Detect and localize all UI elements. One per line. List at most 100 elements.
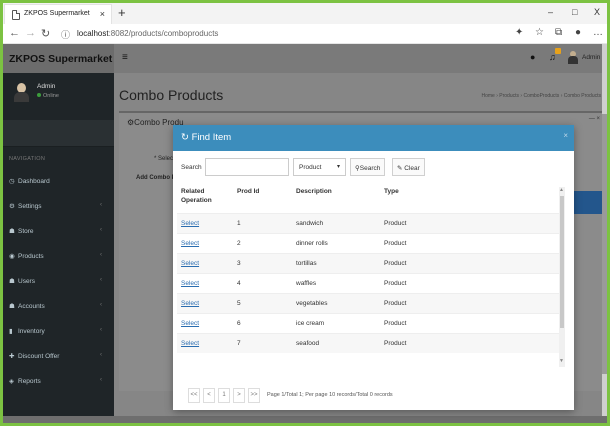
table-row: Select 2 dinner rolls Product [177, 233, 561, 253]
inventory-icon: ▮ [9, 328, 13, 335]
scroll-down-icon[interactable]: ▼ [559, 358, 564, 364]
cell-type: Product [384, 280, 407, 287]
sidebar-item-accounts[interactable]: ☗ Accounts ‹ [3, 295, 114, 320]
cell-type: Product [384, 220, 407, 227]
current-page-button[interactable]: 1 [218, 388, 230, 403]
cell-description: ice cream [296, 320, 325, 327]
cell-type: Product [384, 260, 407, 267]
select-link[interactable]: Select [181, 340, 199, 347]
avatar [14, 83, 29, 103]
info-icon[interactable]: ⓘ [61, 28, 70, 41]
page-title: Combo Products [119, 87, 224, 103]
sidebar-item-dashboard[interactable]: ◷ Dashboard [3, 170, 114, 195]
cell-prod-id: 7 [237, 340, 241, 347]
github-icon[interactable]: ● [530, 52, 535, 62]
page-scrollbar[interactable] [602, 44, 607, 423]
modal-close-icon[interactable]: × [563, 131, 568, 140]
back-icon[interactable]: ← [9, 27, 20, 39]
box-tools[interactable]: — × [589, 116, 600, 122]
sidebar-menu: ◷ Dashboard ⚙ Settings ‹ ☗ Store ‹ ◉ Products ‹ ☗ Us… [3, 170, 114, 395]
type-select[interactable]: Product ▾ [293, 158, 346, 176]
products-icon: ◉ [9, 253, 15, 260]
primary-button-shadow[interactable] [574, 191, 602, 214]
admin-label[interactable]: Admin [582, 54, 600, 61]
chevron-left-icon: ‹ [100, 302, 102, 308]
reports-icon: ◈ [9, 378, 14, 385]
select-link[interactable]: Select [181, 320, 199, 327]
sidebar-item-store[interactable]: ☗ Store ‹ [3, 220, 114, 245]
select-link[interactable]: Select [181, 280, 199, 287]
chevron-left-icon: ‹ [100, 352, 102, 358]
accounts-icon: ☗ [9, 303, 15, 310]
minimize-button[interactable]: – [548, 7, 553, 17]
sidebar-item-settings[interactable]: ⚙ Settings ‹ [3, 195, 114, 220]
table-scrollbar[interactable]: ▲ ▼ [559, 187, 565, 367]
discount-icon: ✚ [9, 353, 15, 360]
favorites-icon[interactable]: ☆ [535, 27, 544, 38]
pagination-info: Page 1/Total 1; Per page 10 records/Tota… [267, 392, 393, 398]
table-scroll-thumb[interactable] [560, 196, 564, 328]
refresh-icon[interactable]: ↻ [41, 27, 50, 40]
add-combo-label: Add Combo Pr [136, 175, 178, 181]
first-page-button[interactable]: << [188, 388, 200, 403]
more-icon[interactable]: … [593, 27, 603, 38]
sidebar-item-label: Users [18, 278, 35, 285]
search-input[interactable] [205, 158, 289, 176]
tachometer-icon: ◷ [9, 178, 15, 185]
sidebar-item-discount-offer[interactable]: ✚ Discount Offer ‹ [3, 345, 114, 370]
next-page-button[interactable]: > [233, 388, 245, 403]
chevron-down-icon: ▾ [336, 164, 340, 170]
search-row: Search Product ▾ ⚲Search ✎ Clear [173, 158, 574, 178]
sidebar-item-products[interactable]: ◉ Products ‹ [3, 245, 114, 270]
last-page-button[interactable]: >> [248, 388, 260, 403]
top-navbar: ≡ ● ♫ Admin ⚙ [114, 44, 607, 73]
page-icon [12, 10, 20, 20]
sidebar-search[interactable] [3, 120, 114, 147]
footer [3, 416, 607, 423]
clear-button-label: Clear [404, 165, 420, 172]
chevron-left-icon: ‹ [100, 377, 102, 383]
maximize-button[interactable]: □ [572, 7, 577, 17]
browser-tab[interactable]: ZKPOS Supermarket × [4, 4, 112, 24]
sidebar: ZKPOS Supermarket Admin Online NAVIGATIO… [3, 44, 114, 423]
select-link[interactable]: Select [181, 220, 199, 227]
table-row: Select 5 vegetables Product [177, 293, 561, 313]
select-link[interactable]: Select [181, 260, 199, 267]
sidebar-item-users[interactable]: ☗ Users ‹ [3, 270, 114, 295]
modal-title: ↻ Find Item [181, 132, 231, 143]
sidebar-item-label: Discount Offer [18, 353, 60, 360]
tab-close-icon[interactable]: × [100, 9, 105, 19]
table-row: Select 4 waffles Product [177, 273, 561, 293]
top-avatar[interactable] [568, 51, 578, 64]
url-field[interactable]: localhost:8082/products/comboproducts [77, 29, 218, 38]
eraser-icon: ✎ [397, 165, 403, 172]
select-link[interactable]: Select [181, 240, 199, 247]
prev-page-button[interactable]: < [203, 388, 215, 403]
scroll-up-icon[interactable]: ▲ [559, 187, 564, 193]
clear-button[interactable]: ✎ Clear [392, 158, 425, 176]
forward-icon[interactable]: → [25, 27, 36, 39]
cell-description: seafood [296, 340, 320, 347]
address-bar: ← → ↻ ⓘ localhost:8082/products/combopro… [3, 24, 607, 44]
select-link[interactable]: Select [181, 300, 199, 307]
new-tab-button[interactable]: + [118, 5, 126, 20]
page-scroll-thumb[interactable] [602, 114, 607, 374]
cell-description: waffles [296, 280, 317, 287]
sidebar-item-label: Accounts [18, 303, 45, 310]
chevron-left-icon: ‹ [100, 327, 102, 333]
profile-icon[interactable]: ● [575, 27, 581, 38]
read-aloud-icon[interactable]: ✦ [515, 27, 523, 38]
column-header-related-operation: Related Operation [181, 188, 212, 204]
nav-header: NAVIGATION [9, 156, 46, 162]
search-button[interactable]: ⚲Search [350, 158, 386, 176]
sidebar-item-label: Reports [18, 378, 41, 385]
sidebar-item-reports[interactable]: ◈ Reports ‹ [3, 370, 114, 395]
close-window-button[interactable]: X [594, 7, 600, 17]
collections-icon[interactable]: ⧉ [555, 27, 562, 38]
search-label: Search [181, 164, 202, 171]
sidebar-item-inventory[interactable]: ▮ Inventory ‹ [3, 320, 114, 345]
cell-description: dinner rolls [296, 240, 328, 247]
brand-logo[interactable]: ZKPOS Supermarket [3, 44, 114, 73]
table-row: Select 6 ice cream Product [177, 313, 561, 333]
menu-toggle-icon[interactable]: ≡ [122, 52, 128, 63]
